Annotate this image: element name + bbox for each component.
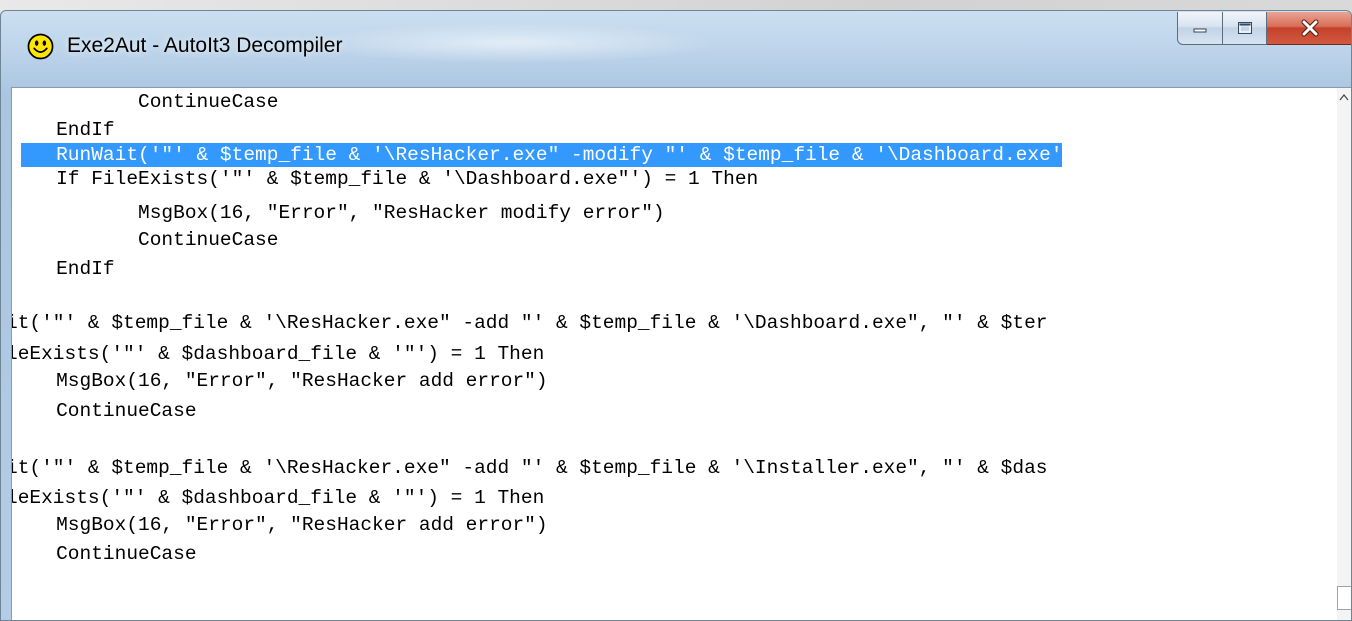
window-title: Exe2Aut - AutoIt3 Decompiler — [67, 34, 343, 57]
vertical-scrollbar[interactable] — [1337, 88, 1351, 620]
code-line[interactable]: ContinueCase — [21, 399, 196, 423]
scroll-up-button[interactable] — [1337, 88, 1351, 106]
code-line[interactable]: leExists('"' & $dashboard_file & '"') = … — [12, 486, 544, 510]
title-bar[interactable]: Exe2Aut - AutoIt3 Decompiler — [1, 11, 1351, 75]
code-line[interactable]: ContinueCase — [21, 542, 196, 566]
code-line[interactable]: MsgBox(16, "Error", "ResHacker add error… — [21, 369, 548, 393]
smiley-icon[interactable] — [27, 33, 54, 60]
close-icon — [1301, 19, 1318, 37]
code-line[interactable]: MsgBox(16, "Error", "ResHacker add error… — [21, 513, 548, 537]
code-line[interactable]: ContinueCase — [21, 228, 278, 252]
app-window: Exe2Aut - AutoIt3 Decompiler ContinueCas… — [0, 10, 1352, 621]
minimize-button[interactable] — [1177, 12, 1223, 45]
window-controls — [1177, 12, 1351, 46]
arrow-up-icon — [1339, 94, 1349, 101]
code-line[interactable]: If FileExists('"' & $temp_file & '\Dashb… — [21, 167, 758, 191]
code-line-selected[interactable]: RunWait('"' & $temp_file & '\ResHacker.e… — [21, 143, 1063, 167]
code-text-area[interactable]: ContinueCase EndIf RunWait('"' & $temp_f… — [12, 88, 1351, 620]
maximize-button[interactable] — [1223, 12, 1267, 45]
code-line[interactable]: leExists('"' & $dashboard_file & '"') = … — [12, 342, 544, 366]
maximize-icon — [1237, 22, 1252, 34]
code-line[interactable]: it('"' & $temp_file & '\ResHacker.exe" -… — [12, 311, 1047, 335]
code-line[interactable]: EndIf — [21, 257, 115, 281]
title-glass-highlight — [301, 23, 721, 63]
close-button[interactable] — [1267, 12, 1351, 45]
code-view[interactable]: ContinueCase EndIf RunWait('"' & $temp_f… — [11, 87, 1351, 620]
code-line[interactable]: MsgBox(16, "Error", "ResHacker modify er… — [21, 201, 665, 225]
code-line[interactable]: ContinueCase — [21, 90, 278, 114]
code-line[interactable]: it('"' & $temp_file & '\ResHacker.exe" -… — [12, 456, 1047, 480]
scrollbar-corner — [1337, 586, 1351, 610]
code-line[interactable]: EndIf — [21, 118, 115, 142]
minimize-icon — [1193, 28, 1207, 33]
